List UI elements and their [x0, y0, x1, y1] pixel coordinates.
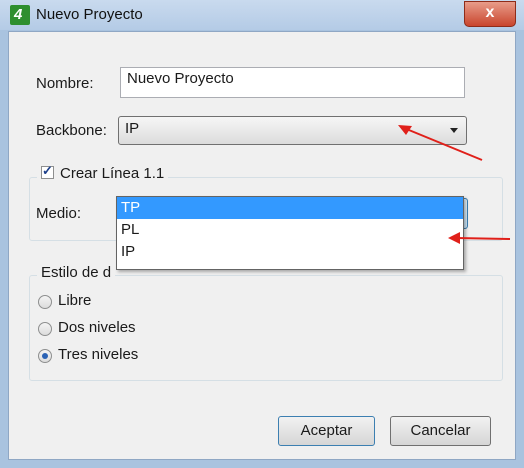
app-logo-icon: 4 [10, 5, 30, 25]
annotation-arrow-tp [448, 232, 511, 244]
radio-dos-niveles-label: Dos niveles [58, 319, 136, 336]
close-icon: x [485, 4, 495, 21]
title-bar[interactable]: 4 Nuevo Proyecto x [0, 0, 524, 30]
backbone-label: Backbone: [36, 122, 107, 139]
window-title: Nuevo Proyecto [36, 6, 143, 23]
nombre-input[interactable]: Nuevo Proyecto [120, 67, 465, 98]
app-logo-text: 4 [14, 6, 23, 23]
radio-tres-niveles-button[interactable] [38, 349, 52, 363]
backbone-value: IP [125, 120, 140, 137]
dropdown-option-tp[interactable]: TP [117, 197, 463, 219]
close-button[interactable]: x [464, 1, 516, 27]
dropdown-option-pl[interactable]: PL [117, 219, 463, 241]
aceptar-button[interactable]: Aceptar [278, 416, 375, 446]
nombre-label: Nombre: [36, 75, 94, 92]
radio-libre-label: Libre [58, 292, 92, 309]
dropdown-option-ip[interactable]: IP [117, 241, 463, 263]
annotation-arrow-backbone [398, 125, 483, 161]
medio-label: Medio: [36, 205, 82, 222]
estilo-legend: Estilo de d [37, 264, 116, 281]
dialog-window: 4 Nuevo Proyecto x Nombre: Nuevo Proyect… [0, 0, 524, 468]
radio-tres-niveles-label: Tres niveles [58, 346, 139, 363]
cancelar-button[interactable]: Cancelar [390, 416, 491, 446]
crear-linea-legend: Crear Línea 1.1 [37, 163, 169, 182]
crear-linea-checkbox[interactable] [41, 163, 54, 179]
medio-dropdown-list: TP PL IP [116, 196, 464, 270]
crear-linea-label: Crear Línea 1.1 [60, 165, 165, 182]
radio-dos-niveles-button[interactable] [38, 322, 52, 336]
radio-libre-button[interactable] [38, 295, 52, 309]
